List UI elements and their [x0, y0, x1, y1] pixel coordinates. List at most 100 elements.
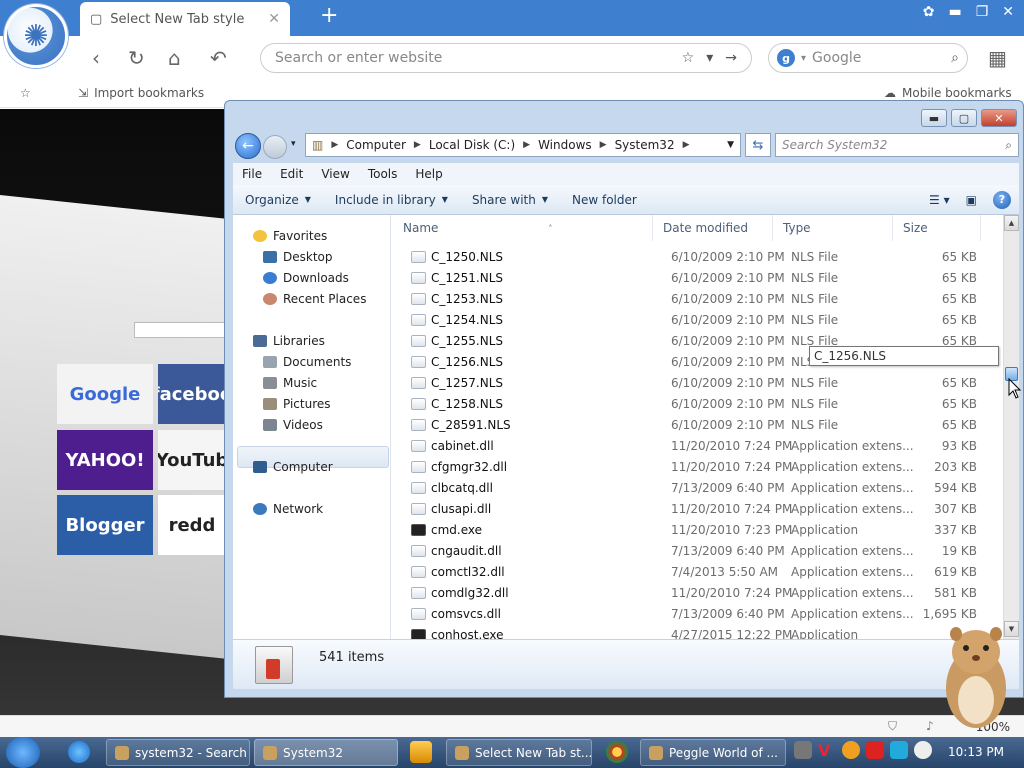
breadcrumb[interactable]: ▥ ▶ Computer ▶ Local Disk (C:) ▶ Windows… — [305, 133, 741, 157]
menu-tools[interactable]: Tools — [359, 167, 407, 181]
help-icon[interactable]: ? — [993, 190, 1011, 209]
tray-app-icon[interactable] — [794, 741, 812, 759]
home-icon[interactable]: ⌂ — [168, 46, 181, 70]
browser-logo-icon[interactable]: ✺ — [4, 4, 68, 68]
speed-dial-tile[interactable]: redd — [158, 495, 226, 555]
chrome-icon[interactable] — [606, 741, 628, 763]
speed-dial-tile[interactable]: Blogger — [57, 495, 153, 555]
chevron-down-icon[interactable]: ▾ — [801, 53, 806, 64]
nav-documents[interactable]: Documents — [263, 355, 351, 369]
media-player-icon[interactable] — [410, 741, 432, 763]
nav-videos[interactable]: Videos — [263, 418, 323, 432]
nav-music[interactable]: Music — [263, 376, 317, 390]
taskbar-button[interactable]: System32 — [254, 739, 398, 766]
maximize-icon[interactable]: ▢ — [951, 109, 977, 127]
include-in-library-button[interactable]: Include in library ▼ — [323, 193, 460, 207]
close-window-icon[interactable]: ✕ — [1002, 4, 1014, 20]
table-row[interactable]: C_28591.NLS 6/10/2009 2:10 PM NLS File 65 K… — [393, 415, 993, 436]
go-arrow-icon[interactable]: → — [725, 50, 737, 66]
menu-edit[interactable]: Edit — [271, 167, 312, 181]
table-row[interactable]: C_1253.NLS 6/10/2009 2:10 PM NLS File 65 KB — [393, 289, 993, 310]
new-tab-icon[interactable]: + — [320, 3, 338, 28]
mobile-bookmarks-link[interactable]: ☁ Mobile bookmarks — [884, 86, 1012, 100]
nav-computer[interactable]: Computer — [253, 460, 333, 474]
search-icon[interactable]: ⌕ — [951, 50, 959, 66]
new-folder-button[interactable]: New folder — [560, 193, 649, 207]
preview-pane-icon[interactable]: ▣ — [966, 193, 977, 207]
taskbar-button[interactable]: system32 - Search ... — [106, 739, 250, 766]
restore-icon[interactable]: ❐ — [976, 4, 989, 20]
address-input[interactable]: Search or enter website — [275, 50, 442, 66]
tray-v-icon[interactable]: V — [818, 741, 836, 760]
star-icon[interactable]: ☆ — [682, 50, 695, 66]
table-row[interactable]: C_1254.NLS 6/10/2009 2:10 PM NLS File 65 KB — [393, 310, 993, 331]
organize-button[interactable]: Organize ▼ — [233, 193, 323, 207]
table-row[interactable]: clusapi.dll 11/20/2010 7:24 PM Application… — [393, 499, 993, 520]
new-tab-search-input[interactable] — [134, 322, 226, 338]
speed-dial-tile[interactable]: faceboo — [158, 364, 226, 424]
start-button[interactable] — [6, 737, 40, 768]
tray-flag-icon[interactable] — [866, 741, 884, 759]
breadcrumb-windows[interactable]: Windows — [538, 138, 592, 152]
table-row[interactable]: C_1251.NLS 6/10/2009 2:10 PM NLS File 65 KB — [393, 268, 993, 289]
apps-grid-icon[interactable]: ▦ — [988, 46, 1007, 70]
table-row[interactable]: cmd.exe 11/20/2010 7:23 PM Application 337 … — [393, 520, 993, 541]
speed-dial-tile[interactable]: YouTub — [158, 430, 226, 490]
menu-file[interactable]: File — [233, 167, 271, 181]
search-engine-icon[interactable]: g — [777, 49, 795, 67]
taskbar-button[interactable]: Peggle World of ... — [640, 739, 786, 766]
nav-recent-places[interactable]: Recent Places — [263, 292, 366, 306]
table-row[interactable]: cngaudit.dll 7/13/2009 6:40 PM Application… — [393, 541, 993, 562]
recent-pages-chevron-icon[interactable]: ▾ — [291, 139, 296, 149]
nav-favorites[interactable]: Favorites — [253, 229, 327, 243]
breadcrumb-local-disk[interactable]: Local Disk (C:) — [429, 138, 515, 152]
menu-help[interactable]: Help — [406, 167, 451, 181]
search-icon[interactable]: ⌕ — [1005, 138, 1012, 153]
minimize-icon[interactable]: ▬ — [948, 4, 961, 20]
back-button[interactable]: ← — [235, 133, 261, 159]
tray-search-icon[interactable] — [842, 741, 860, 759]
breadcrumb-computer[interactable]: Computer — [346, 138, 406, 152]
nav-desktop[interactable]: Desktop — [263, 250, 333, 264]
table-row[interactable]: comsvcs.dll 7/13/2009 6:40 PM Application … — [393, 604, 993, 625]
nav-pictures[interactable]: Pictures — [263, 397, 331, 411]
refresh-button[interactable]: ⇆ — [745, 133, 771, 157]
nav-network[interactable]: Network — [253, 502, 323, 516]
import-bookmarks-link[interactable]: ⇲ Import bookmarks — [78, 86, 204, 100]
shield-icon[interactable]: ⛉ — [888, 719, 897, 734]
menu-view[interactable]: View — [312, 167, 358, 181]
table-row[interactable]: comdlg32.dll 11/20/2010 7:24 PM Applicatio… — [393, 583, 993, 604]
table-row[interactable]: comctl32.dll 7/4/2013 5:50 AM Application … — [393, 562, 993, 583]
speed-dial-tile[interactable]: YAHOO! — [57, 430, 153, 490]
search-bar[interactable]: g ▾ Google ⌕ — [768, 43, 968, 73]
search-input[interactable]: Google — [812, 50, 861, 66]
taskbar-button[interactable]: Select New Tab st... — [446, 739, 592, 766]
skin-icon[interactable]: ✿ — [923, 4, 935, 20]
nav-downloads[interactable]: Downloads — [263, 271, 349, 285]
table-row[interactable]: C_1258.NLS 6/10/2009 2:10 PM NLS File 65 KB — [393, 394, 993, 415]
speed-dial-tile[interactable]: Google — [57, 364, 153, 424]
minimize-icon[interactable]: ▬ — [921, 109, 947, 127]
tray-record-icon[interactable] — [914, 741, 932, 759]
column-name[interactable]: Name ˄ — [393, 215, 653, 241]
nav-libraries[interactable]: Libraries — [253, 334, 325, 348]
table-row[interactable]: C_1257.NLS 6/10/2009 2:10 PM NLS File 65 KB — [393, 373, 993, 394]
back-icon[interactable]: ‹ — [92, 46, 100, 70]
close-tab-icon[interactable]: ✕ — [268, 11, 280, 27]
favorites-star-icon[interactable]: ☆ — [20, 86, 31, 100]
browser-tab[interactable]: ▢ Select New Tab style ✕ — [80, 2, 290, 36]
table-row[interactable]: clbcatq.dll 7/13/2009 6:40 PM Application … — [393, 478, 993, 499]
column-type[interactable]: Type — [773, 215, 893, 241]
tray-network-icon[interactable] — [890, 741, 908, 759]
column-size[interactable]: Size — [893, 215, 981, 241]
undo-icon[interactable]: ↶ — [210, 46, 227, 70]
table-row[interactable]: conhost.exe 4/27/2015 12:22 PM Application — [393, 625, 993, 639]
table-row[interactable]: cabinet.dll 11/20/2010 7:24 PM Application… — [393, 436, 993, 457]
forward-button[interactable] — [263, 135, 287, 159]
breadcrumb-system32[interactable]: System32 — [615, 138, 675, 152]
taskbar-clock[interactable]: 10:13 PM — [948, 745, 1004, 759]
address-bar[interactable]: Search or enter website ☆ ▾ → — [260, 43, 752, 73]
table-row[interactable]: C_1250.NLS 6/10/2009 2:10 PM NLS File 65 KB — [393, 247, 993, 268]
close-icon[interactable]: ✕ — [981, 109, 1017, 127]
internet-explorer-icon[interactable] — [68, 741, 90, 763]
